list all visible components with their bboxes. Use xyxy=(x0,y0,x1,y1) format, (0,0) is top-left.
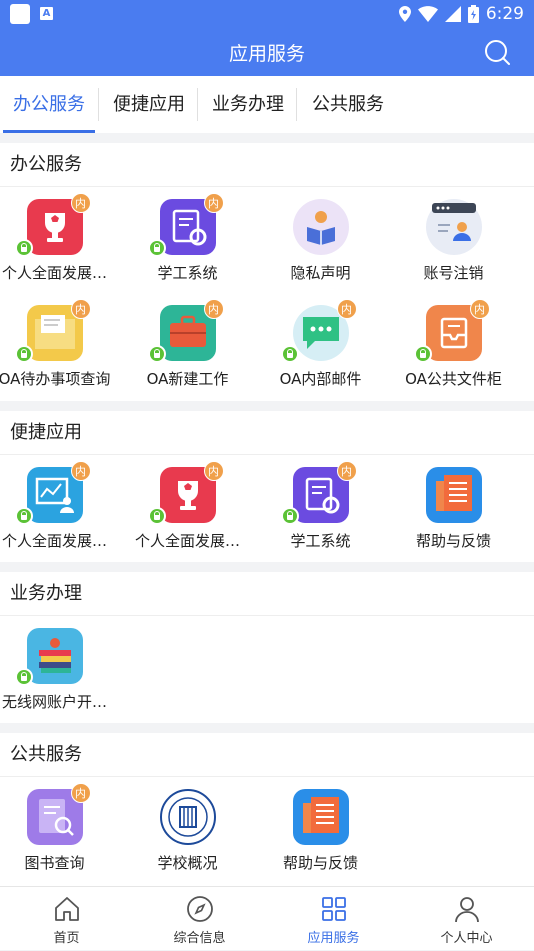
category-tabs: 办公服务 便捷应用 业务办理 公共服务 xyxy=(0,76,534,133)
lock-icon xyxy=(147,507,166,525)
chat-bubble-icon: 内 xyxy=(280,299,357,363)
app-bar: 应用服务 xyxy=(0,28,534,76)
lock-icon xyxy=(14,239,33,257)
lock-icon xyxy=(147,345,166,363)
books-icon xyxy=(14,628,83,686)
app-wifi-account[interactable]: 无线网账户开… xyxy=(0,616,121,722)
trophy-icon: 内 xyxy=(147,461,224,525)
clipboard-gear-icon: 内 xyxy=(147,193,224,257)
lock-icon xyxy=(147,239,166,257)
app-personal-development[interactable]: 内 个人全面发展… xyxy=(0,455,121,561)
inbox-tray-icon: 内 xyxy=(413,299,490,363)
tab-divider xyxy=(296,88,297,121)
nav-info[interactable]: 综合信息 xyxy=(133,887,266,951)
app-account-cancel[interactable]: 账号注销 xyxy=(387,187,520,293)
app-personal-development[interactable]: 内 个人全面发展… xyxy=(121,455,254,561)
tab-divider xyxy=(197,88,198,121)
clipboard-gear-icon: 内 xyxy=(280,461,357,525)
active-tab-indicator xyxy=(3,130,95,133)
newspaper-icon xyxy=(292,789,349,845)
person-icon xyxy=(454,897,479,923)
notification-icon xyxy=(10,4,30,24)
app-help-feedback[interactable]: 帮助与反馈 xyxy=(254,777,387,883)
university-seal-icon xyxy=(159,789,216,845)
tab-public[interactable]: 公共服务 xyxy=(312,76,384,133)
location-icon xyxy=(398,6,411,22)
app-student-affairs[interactable]: 内 学工系统 xyxy=(254,455,387,561)
section-title: 便捷应用 xyxy=(0,411,534,455)
app-oa-internal-mail[interactable]: 内 OA内部邮件 xyxy=(254,293,387,399)
section-title: 业务办理 xyxy=(0,572,534,616)
reading-person-icon xyxy=(292,199,349,255)
lock-icon xyxy=(413,345,432,363)
app-library-search[interactable]: 内 图书查询 xyxy=(0,777,121,883)
home-icon xyxy=(54,897,79,921)
tab-convenient[interactable]: 便捷应用 xyxy=(113,76,185,133)
newspaper-icon xyxy=(425,467,482,523)
app-help-feedback[interactable]: 帮助与反馈 xyxy=(387,455,520,561)
app-a-icon: A xyxy=(40,7,53,20)
search-icon[interactable] xyxy=(484,39,510,65)
section-title: 办公服务 xyxy=(0,143,534,187)
section-office: 办公服务 内 个人全面发展… 内 学工系统 隐私声明 账号注销 内 OA待办事项… xyxy=(0,143,534,401)
status-bar: A 6:29 xyxy=(0,0,534,28)
app-oa-public-cabinet[interactable]: 内 OA公共文件柜 xyxy=(387,293,520,399)
app-personal-development[interactable]: 内 个人全面发展… xyxy=(0,187,121,293)
chart-person-icon: 内 xyxy=(14,461,91,525)
signal-icon xyxy=(444,6,461,22)
document-search-icon: 内 xyxy=(26,783,91,845)
page-title: 应用服务 xyxy=(228,43,305,65)
briefcase-icon: 内 xyxy=(147,299,224,363)
lock-icon xyxy=(280,345,299,363)
section-public: 公共服务 内 图书查询 学校概况 帮助与反馈 xyxy=(0,733,534,886)
app-student-affairs[interactable]: 内 学工系统 xyxy=(121,187,254,293)
account-window-icon xyxy=(425,199,482,255)
section-convenient: 便捷应用 内 个人全面发展… 内 个人全面发展… 内 学工系统 帮助与反馈 xyxy=(0,411,534,562)
tab-divider xyxy=(98,88,99,121)
compass-icon xyxy=(186,896,213,922)
status-time: 6:29 xyxy=(485,4,524,24)
app-oa-new-work[interactable]: 内 OA新建工作 xyxy=(121,293,254,399)
tab-business[interactable]: 业务办理 xyxy=(212,76,284,133)
section-title: 公共服务 xyxy=(0,733,534,777)
tab-office[interactable]: 办公服务 xyxy=(3,76,95,133)
nav-app-services[interactable]: 应用服务 xyxy=(267,887,400,951)
bottom-nav: 首页 综合信息 应用服务 个人中心 xyxy=(0,886,534,950)
app-school-overview[interactable]: 学校概况 xyxy=(121,777,254,883)
trophy-icon: 内 xyxy=(14,193,91,257)
lock-icon xyxy=(280,507,299,525)
wifi-icon xyxy=(417,6,438,22)
grid-icon xyxy=(321,897,346,921)
section-business: 业务办理 无线网账户开… xyxy=(0,572,534,723)
lock-icon xyxy=(14,668,33,686)
app-privacy-statement[interactable]: 隐私声明 xyxy=(254,187,387,293)
nav-home[interactable]: 首页 xyxy=(0,887,133,951)
lock-icon xyxy=(14,507,33,525)
nav-profile[interactable]: 个人中心 xyxy=(400,887,533,951)
lock-icon xyxy=(14,345,33,363)
battery-icon xyxy=(467,5,479,23)
app-oa-todo-query[interactable]: 内 OA待办事项查询 xyxy=(0,293,121,399)
folder-docs-icon: 内 xyxy=(14,299,91,363)
